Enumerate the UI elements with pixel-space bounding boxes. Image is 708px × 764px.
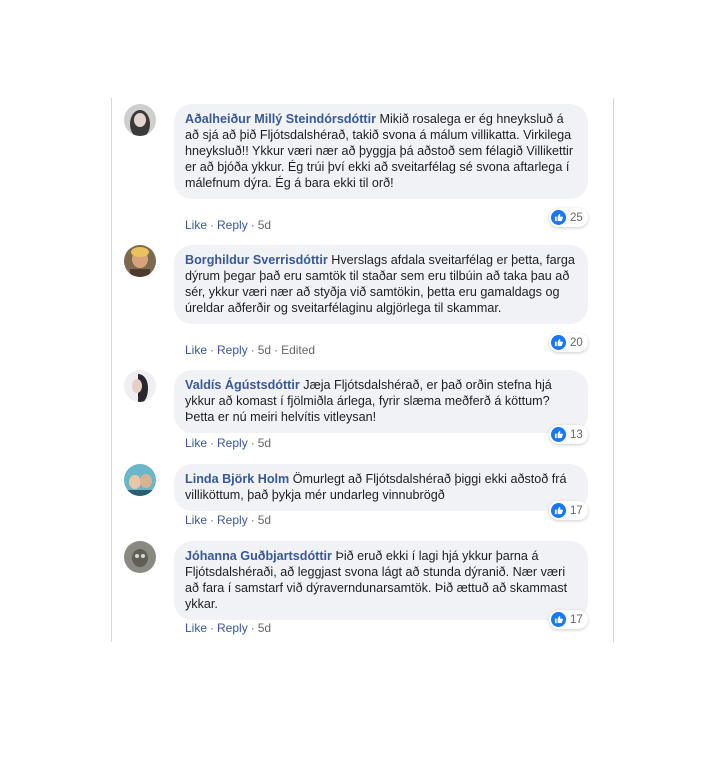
- comment-author[interactable]: Jóhanna Guðbjartsdóttir: [185, 549, 332, 563]
- like-count: 13: [570, 428, 583, 441]
- comment-time[interactable]: 5d: [258, 513, 271, 527]
- comments-panel: Aðalheiður Millý Steindórsdóttir Mikið r…: [111, 98, 614, 642]
- thumbs-up-icon: [551, 210, 566, 225]
- comment-author[interactable]: Linda Björk Holm: [185, 472, 289, 486]
- avatar[interactable]: [124, 464, 156, 496]
- like-link[interactable]: Like: [185, 343, 207, 357]
- reply-link[interactable]: Reply: [217, 436, 248, 450]
- comment-author[interactable]: Borghildur Sverrisdóttir: [185, 253, 328, 267]
- comment-author[interactable]: Valdís Ágústsdóttir: [185, 378, 300, 392]
- comment-actions: Like · Reply · 5d: [185, 621, 272, 635]
- like-count: 17: [570, 613, 583, 626]
- comment-actions: Like · Reply · 5d: [185, 436, 272, 450]
- reply-link[interactable]: Reply: [217, 621, 248, 635]
- comment-time[interactable]: 5d: [258, 621, 271, 635]
- reaction-count[interactable]: 25: [549, 208, 588, 227]
- comment-bubble: Linda Björk Holm Ömurlegt að Fljótsdalsh…: [174, 464, 588, 511]
- comment-bubble: Valdís Ágústsdóttir Jæja Fljótsdalshérað…: [174, 370, 588, 433]
- like-link[interactable]: Like: [185, 621, 207, 635]
- comment-bubble: Borghildur Sverrisdóttir Hverslags afdal…: [174, 245, 588, 324]
- like-link[interactable]: Like: [185, 218, 207, 232]
- reaction-count[interactable]: 13: [549, 425, 588, 444]
- like-count: 17: [570, 504, 583, 517]
- comment-actions: Like · Reply · 5d: [185, 218, 272, 232]
- edited-label: Edited: [281, 343, 316, 357]
- thumbs-up-icon: [551, 335, 566, 350]
- comment-author[interactable]: Aðalheiður Millý Steindórsdóttir: [185, 112, 376, 126]
- reply-link[interactable]: Reply: [217, 218, 248, 232]
- like-link[interactable]: Like: [185, 513, 207, 527]
- avatar[interactable]: [124, 104, 156, 136]
- thumbs-up-icon: [551, 427, 566, 442]
- like-count: 20: [570, 336, 583, 349]
- like-count: 25: [570, 211, 583, 224]
- comment-bubble: Aðalheiður Millý Steindórsdóttir Mikið r…: [174, 104, 588, 199]
- reaction-count[interactable]: 17: [549, 610, 588, 629]
- reply-link[interactable]: Reply: [217, 343, 248, 357]
- like-link[interactable]: Like: [185, 436, 207, 450]
- thumbs-up-icon: [551, 503, 566, 518]
- avatar[interactable]: [124, 370, 156, 402]
- reply-link[interactable]: Reply: [217, 513, 248, 527]
- comment-time[interactable]: 5d: [258, 436, 271, 450]
- thumbs-up-icon: [551, 612, 566, 627]
- comment-actions: Like · Reply · 5d: [185, 513, 272, 527]
- comment-bubble: Jóhanna Guðbjartsdóttir Þið eruð ekki í …: [174, 541, 588, 620]
- avatar[interactable]: [124, 245, 156, 277]
- reaction-count[interactable]: 20: [549, 333, 588, 352]
- comment-time[interactable]: 5d: [258, 343, 271, 357]
- comment-actions: Like · Reply · 5d · Edited: [185, 343, 316, 357]
- reaction-count[interactable]: 17: [549, 501, 588, 520]
- comment-time[interactable]: 5d: [258, 218, 271, 232]
- avatar[interactable]: [124, 541, 156, 573]
